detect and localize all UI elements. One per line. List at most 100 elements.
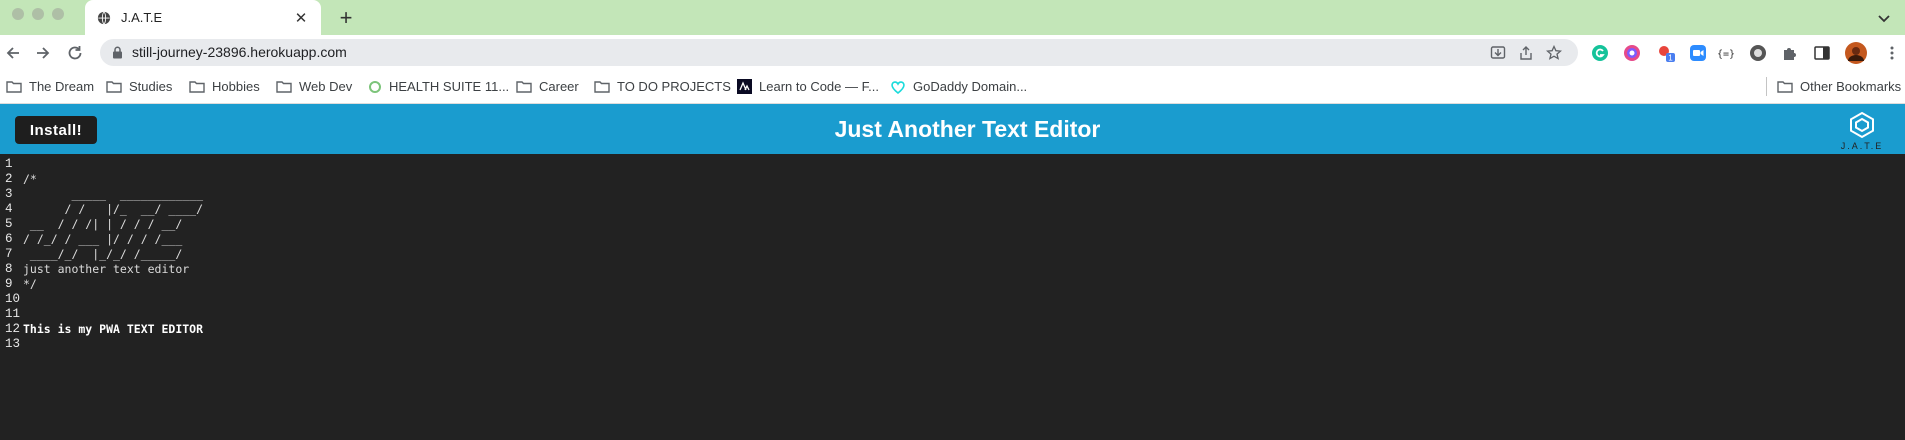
code-editor[interactable]: 1 2 /* 3 _____ ____________ 4 / / |/_ __/… — [0, 157, 1905, 440]
svg-text:{=}: {=} — [1717, 49, 1735, 60]
line-number: 4 — [5, 202, 13, 216]
line-text[interactable]: __ / / /| | / / / __/ — [23, 217, 182, 232]
bookmark-hobbies[interactable]: Hobbies — [189, 70, 260, 103]
bookmark-studies[interactable]: Studies — [106, 70, 172, 103]
folder-icon — [106, 81, 122, 93]
editor-line: 9 */ — [0, 277, 1905, 292]
bookmark-label: Web Dev — [299, 79, 353, 94]
line-number: 2 — [5, 172, 13, 186]
editor-line: 2 /* — [0, 172, 1905, 187]
editor-line: 13 — [0, 337, 1905, 352]
bookmark-label: Hobbies — [212, 79, 260, 94]
editor-line: 10 — [0, 292, 1905, 307]
globe-icon — [97, 11, 111, 24]
line-text[interactable]: / / |/_ __/ ____/ — [23, 202, 203, 217]
json-viewer-icon[interactable]: {=} — [1717, 44, 1735, 62]
editor-line: 8 just another text editor — [0, 262, 1905, 277]
line-text[interactable]: This is my PWA TEXT EDITOR — [23, 322, 203, 337]
line-text[interactable]: ____/_/ |_/_/ /_____/ — [23, 247, 182, 262]
puzzle-icon[interactable] — [1781, 44, 1799, 62]
bookmark-label: GoDaddy Domain... — [913, 79, 1028, 94]
star-icon[interactable] — [1546, 45, 1562, 61]
bookmark-label: Studies — [129, 79, 173, 94]
line-text[interactable]: / /_/ / ___ |/ / / /___ — [23, 232, 182, 247]
line-number: 10 — [5, 292, 21, 306]
bookmark-label: HEALTH SUITE 11... — [389, 79, 510, 94]
folder-icon — [276, 81, 292, 93]
other-bookmarks[interactable]: Other Bookmarks — [1777, 70, 1901, 103]
more-vertical-icon[interactable] — [1883, 44, 1901, 62]
close-window-button[interactable] — [12, 8, 24, 20]
reload-icon[interactable] — [66, 44, 84, 62]
bookmark-label: Learn to Code — F... — [759, 79, 879, 94]
line-text[interactable]: just another text editor — [23, 262, 189, 277]
editor-line: 7 ____/_/ |_/_/ /_____/ — [0, 247, 1905, 262]
address-bar[interactable]: still-journey-23896.herokuapp.com — [100, 39, 1578, 66]
extension-badge-icon[interactable]: 1 — [1657, 44, 1675, 62]
close-tab-icon[interactable]: ✕ — [293, 10, 309, 27]
folder-icon — [189, 81, 205, 93]
bookmark-health-suite[interactable]: HEALTH SUITE 11... — [368, 70, 509, 103]
maximize-window-button[interactable] — [52, 8, 64, 20]
bookmark-web-dev[interactable]: Web Dev — [276, 70, 352, 103]
bookmark-label: Career — [539, 79, 579, 94]
color-picker-icon[interactable] — [1623, 44, 1641, 62]
bookmarks-divider — [1766, 77, 1767, 96]
chevron-down-icon[interactable] — [1876, 10, 1892, 26]
svg-text:1: 1 — [1668, 54, 1673, 63]
new-tab-button[interactable]: + — [335, 5, 357, 30]
lock-icon[interactable] — [112, 46, 123, 59]
tab-active[interactable]: J.A.T.E ✕ — [85, 0, 321, 35]
share-icon[interactable] — [1518, 45, 1534, 61]
line-number: 5 — [5, 217, 13, 231]
line-number: 6 — [5, 232, 13, 246]
download-icon[interactable] — [1490, 45, 1506, 61]
jate-logo-icon — [1850, 111, 1874, 139]
line-number: 1 — [5, 157, 13, 171]
bookmark-label: The Dream — [29, 79, 95, 94]
folder-icon — [1777, 81, 1793, 93]
bookmarks-bar: The Dream Studies Hobbies Web Dev HEALTH… — [0, 70, 1905, 104]
window-controls — [12, 8, 64, 20]
app-header: Install! Just Another Text Editor J.A.T.… — [0, 104, 1905, 154]
line-text[interactable]: /* — [23, 172, 37, 187]
page-title: Just Another Text Editor — [834, 116, 1101, 142]
line-text[interactable]: */ — [23, 277, 37, 292]
logo-text: J.A.T.E — [1840, 141, 1884, 151]
folder-icon — [6, 81, 22, 93]
editor-line: 6 / /_/ / ___ |/ / / /___ — [0, 232, 1905, 247]
editor-line: 12 This is my PWA TEXT EDITOR — [0, 322, 1905, 337]
bookmark-learn-to-code[interactable]: Learn to Code — F... — [737, 70, 879, 103]
bookmark-godaddy[interactable]: GoDaddy Domain... — [890, 70, 1027, 103]
grammarly-icon[interactable] — [1591, 44, 1609, 62]
line-number: 3 — [5, 187, 13, 201]
editor-line: 11 — [0, 307, 1905, 322]
sidebar-icon[interactable] — [1813, 44, 1831, 62]
zoom-icon[interactable] — [1689, 44, 1707, 62]
back-arrow-icon[interactable] — [4, 44, 22, 62]
bookmark-the-dream[interactable]: The Dream — [6, 70, 94, 103]
bookmark-career[interactable]: Career — [516, 70, 579, 103]
editor-line: 1 — [0, 157, 1905, 172]
line-number: 8 — [5, 262, 13, 276]
forward-arrow-icon[interactable] — [34, 44, 52, 62]
line-text[interactable]: _____ ____________ — [23, 187, 203, 202]
tab-title: J.A.T.E — [121, 10, 163, 25]
browser-toolbar: still-journey-23896.herokuapp.com 1 {=} — [0, 35, 1905, 70]
minimize-window-button[interactable] — [32, 8, 44, 20]
line-number: 11 — [5, 307, 21, 321]
tab-strip: J.A.T.E ✕ + — [0, 0, 1905, 35]
site-icon — [891, 80, 905, 94]
editor-line: 4 / / |/_ __/ ____/ — [0, 202, 1905, 217]
site-icon — [369, 80, 381, 93]
bookmark-to-do-projects[interactable]: TO DO PROJECTS — [594, 70, 731, 103]
line-number: 12 — [5, 322, 21, 336]
folder-icon — [516, 81, 532, 93]
editor-line: 3 _____ ____________ — [0, 187, 1905, 202]
other-bookmarks-label: Other Bookmarks — [1800, 79, 1902, 94]
avatar[interactable] — [1845, 42, 1867, 64]
privacy-icon[interactable] — [1749, 44, 1767, 62]
line-number: 7 — [5, 247, 13, 261]
site-icon — [737, 79, 752, 94]
line-number: 9 — [5, 277, 13, 291]
